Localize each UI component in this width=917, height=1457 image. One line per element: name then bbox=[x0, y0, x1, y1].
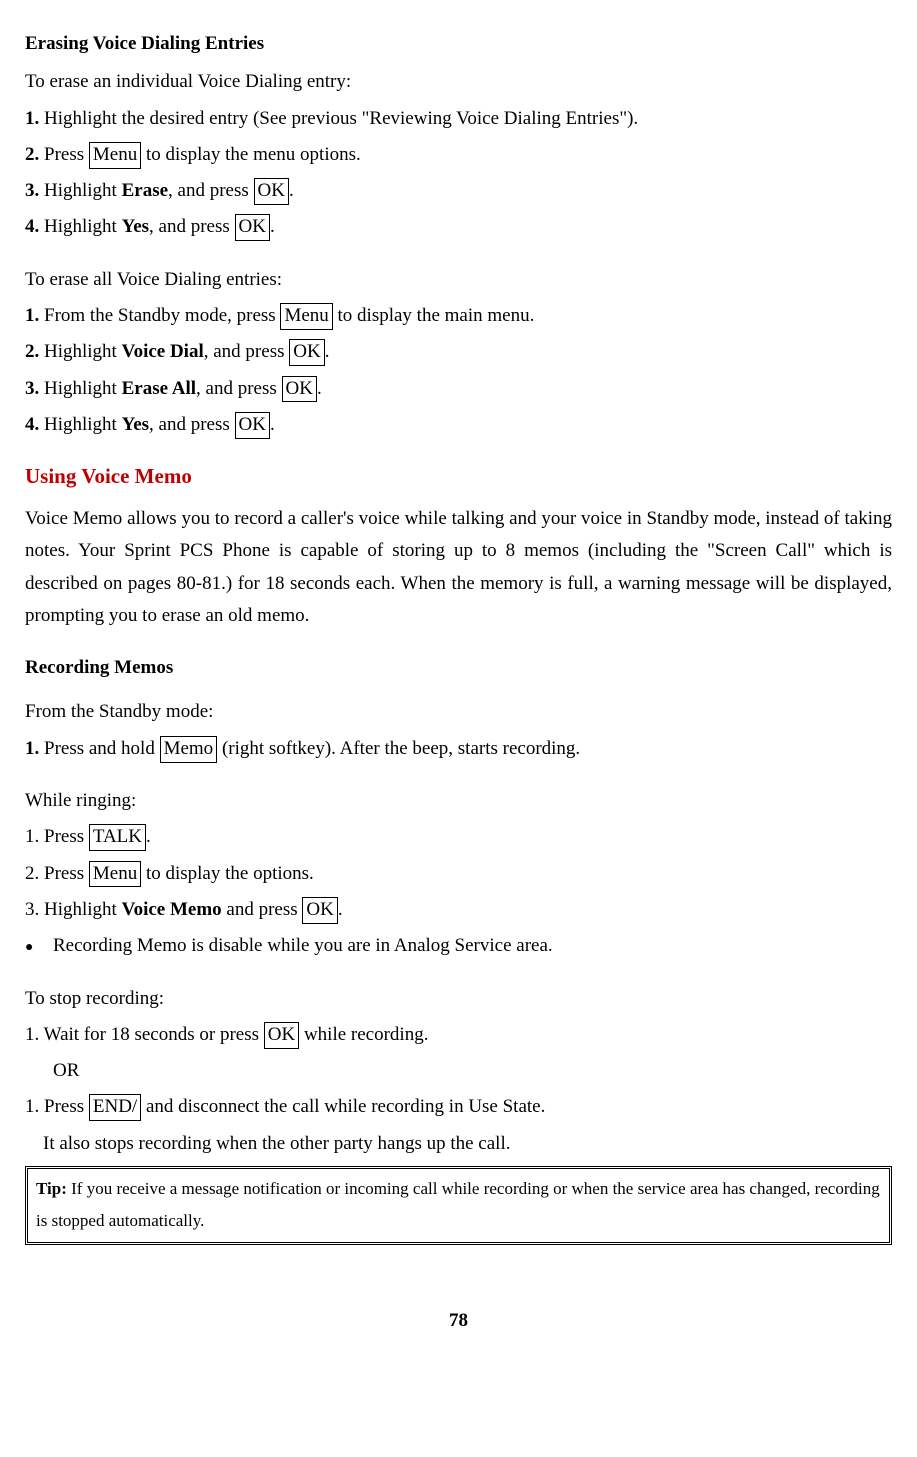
step-text: 2. Press bbox=[25, 863, 89, 884]
step-text: , and press bbox=[149, 216, 234, 237]
step-line: 2. Highlight Voice Dial, and press OK. bbox=[25, 336, 892, 368]
end-button: END/ bbox=[89, 1094, 141, 1121]
step-number: 1. bbox=[25, 108, 39, 129]
section-title-erasing: Erasing Voice Dialing Entries bbox=[25, 28, 892, 60]
bullet-icon: ● bbox=[25, 936, 53, 960]
step-line: 3. Highlight Erase All, and press OK. bbox=[25, 373, 892, 405]
memo-button: Memo bbox=[160, 736, 218, 763]
step-text: . bbox=[317, 378, 322, 399]
heading-voice-memo: Using Voice Memo bbox=[25, 459, 892, 495]
step-text: 1. Press bbox=[25, 826, 89, 847]
tip-text: If you receive a message notification or… bbox=[36, 1179, 880, 1230]
menu-button: Menu bbox=[89, 861, 141, 888]
menu-option: Yes bbox=[122, 414, 149, 435]
voice-memo-description: Voice Memo allows you to record a caller… bbox=[25, 503, 892, 632]
intro-erase-all: To erase all Voice Dialing entries: bbox=[25, 264, 892, 296]
step-line: 3. Highlight Voice Memo and press OK. bbox=[25, 894, 892, 926]
bullet-text: Recording Memo is disable while you are … bbox=[53, 935, 553, 956]
step-text: and disconnect the call while recording … bbox=[141, 1096, 545, 1117]
step-text: , and press bbox=[149, 414, 234, 435]
ok-button: OK bbox=[282, 376, 317, 403]
standby-intro: From the Standby mode: bbox=[25, 696, 892, 728]
step-text: Press bbox=[39, 144, 89, 165]
step-text: , and press bbox=[168, 180, 253, 201]
step-text: , and press bbox=[204, 341, 289, 362]
step-text: . bbox=[146, 826, 151, 847]
step-number: 2. bbox=[25, 144, 39, 165]
step-text: . bbox=[270, 414, 275, 435]
step-text: . bbox=[325, 341, 330, 362]
step-text: to display the options. bbox=[141, 863, 314, 884]
step-number: 3. bbox=[25, 180, 39, 201]
step-text: 1. Press bbox=[25, 1096, 89, 1117]
ok-button: OK bbox=[235, 412, 270, 439]
step-number: 2. bbox=[25, 341, 39, 362]
stop-recording-intro: To stop recording: bbox=[25, 983, 892, 1015]
step-text: . bbox=[289, 180, 294, 201]
step-text: Highlight bbox=[39, 378, 121, 399]
step-text: From the Standby mode, press bbox=[39, 305, 280, 326]
step-text: Press and hold bbox=[39, 738, 159, 759]
step-text: Highlight the desired entry (See previou… bbox=[39, 108, 638, 129]
ok-button: OK bbox=[302, 897, 337, 924]
step-line: 3. Highlight Erase, and press OK. bbox=[25, 175, 892, 207]
step-text: to display the main menu. bbox=[333, 305, 535, 326]
step-text: Highlight bbox=[39, 216, 121, 237]
tip-label: Tip: bbox=[36, 1179, 67, 1198]
step-text: 1. Wait for 18 seconds or press bbox=[25, 1024, 264, 1045]
menu-option: Voice Memo bbox=[122, 899, 222, 920]
step-line: 1. Press END/ and disconnect the call wh… bbox=[25, 1091, 892, 1123]
step-number: 4. bbox=[25, 414, 39, 435]
menu-option: Voice Dial bbox=[122, 341, 204, 362]
step-line: 1. Highlight the desired entry (See prev… bbox=[25, 103, 892, 135]
step-text: Highlight bbox=[39, 341, 121, 362]
step-text: to display the menu options. bbox=[141, 144, 361, 165]
menu-button: Menu bbox=[89, 142, 141, 169]
menu-option: Erase All bbox=[122, 378, 196, 399]
step-text: while recording. bbox=[299, 1024, 428, 1045]
step-line: 1. Press and hold Memo (right softkey). … bbox=[25, 733, 892, 765]
or-text: OR bbox=[53, 1055, 892, 1087]
step-line: 4. Highlight Yes, and press OK. bbox=[25, 409, 892, 441]
step-text: Highlight bbox=[39, 414, 121, 435]
step-line: 1. Press TALK. bbox=[25, 821, 892, 853]
ok-button: OK bbox=[264, 1022, 299, 1049]
step-line: 4. Highlight Yes, and press OK. bbox=[25, 211, 892, 243]
talk-button: TALK bbox=[89, 824, 146, 851]
step-text: (right softkey). After the beep, starts … bbox=[217, 738, 580, 759]
step-text: , and press bbox=[196, 378, 281, 399]
bullet-note: ●Recording Memo is disable while you are… bbox=[53, 930, 892, 962]
intro-erase-individual: To erase an individual Voice Dialing ent… bbox=[25, 66, 892, 98]
step-text: Highlight bbox=[39, 180, 121, 201]
step-number: 1. bbox=[25, 738, 39, 759]
menu-option: Erase bbox=[122, 180, 168, 201]
step-line: 1. From the Standby mode, press Menu to … bbox=[25, 300, 892, 332]
ok-button: OK bbox=[235, 214, 270, 241]
step-number: 3. bbox=[25, 378, 39, 399]
step-number: 1. bbox=[25, 305, 39, 326]
step-text: 3. Highlight bbox=[25, 899, 122, 920]
step-number: 4. bbox=[25, 216, 39, 237]
step-line: 2. Press Menu to display the options. bbox=[25, 858, 892, 890]
ok-button: OK bbox=[254, 178, 289, 205]
step-text: . bbox=[270, 216, 275, 237]
step-line: 2. Press Menu to display the menu option… bbox=[25, 139, 892, 171]
step-text: and press bbox=[222, 899, 303, 920]
step-text: . bbox=[338, 899, 343, 920]
step-line: 1. Wait for 18 seconds or press OK while… bbox=[25, 1019, 892, 1051]
menu-button: Menu bbox=[280, 303, 332, 330]
ringing-intro: While ringing: bbox=[25, 785, 892, 817]
page-number: 78 bbox=[25, 1305, 892, 1337]
stop-note: It also stops recording when the other p… bbox=[43, 1128, 892, 1160]
subheading-recording: Recording Memos bbox=[25, 652, 892, 684]
tip-box: Tip: If you receive a message notificati… bbox=[25, 1166, 892, 1245]
menu-option: Yes bbox=[122, 216, 149, 237]
ok-button: OK bbox=[289, 339, 324, 366]
